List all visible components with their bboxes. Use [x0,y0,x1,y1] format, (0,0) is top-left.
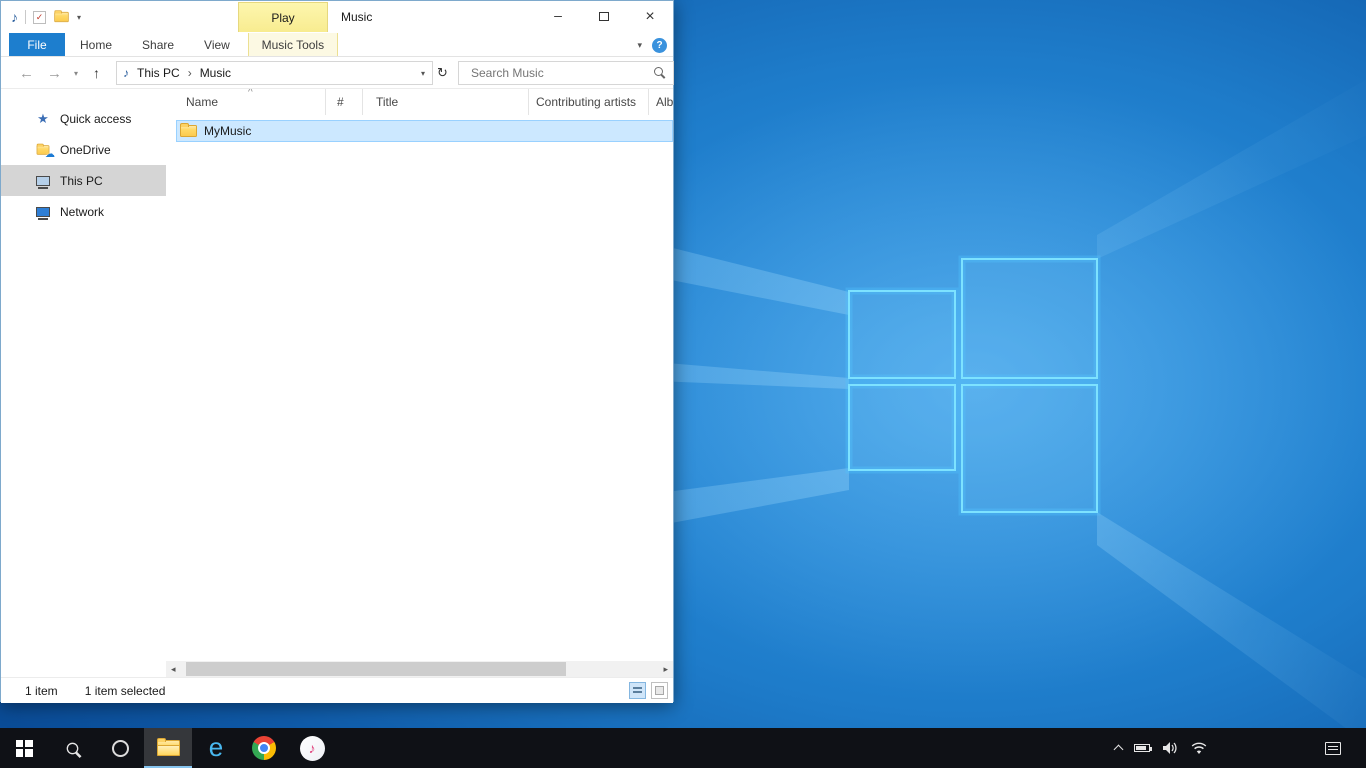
system-tray [1115,728,1208,768]
sidebar-item-label: OneDrive [60,143,111,157]
tab-home[interactable]: Home [65,33,127,56]
sidebar-item-label: This PC [60,174,103,188]
sidebar-item-network[interactable]: Network [1,196,166,227]
forward-icon[interactable]: → [47,57,62,89]
window-controls: – × [535,1,673,32]
ribbon-tab-bar: File Home Share View Music Tools ▾ ? [1,33,673,57]
volume-icon[interactable] [1162,741,1178,755]
itunes-icon: ♪ [300,736,325,761]
up-icon[interactable]: ↑ [93,57,100,89]
folder-icon [180,125,197,137]
title-bar[interactable]: ♪ ✓ ▾ Play Music – × [1,1,673,33]
column-header-contributing-artists[interactable]: Contributing artists [529,89,649,115]
details-view-button[interactable] [629,682,646,699]
ribbon-collapse-icon[interactable]: ▾ [637,40,642,51]
search-icon[interactable] [654,67,663,76]
sidebar-item-label: Quick access [60,112,131,126]
navigation-pane: ★ Quick access ☁ OneDrive This PC [1,89,166,677]
navigation-bar: ← → ▾ ↑ ♪ This PC › Music ▾ ↻ [1,57,673,89]
large-icons-view-button[interactable] [651,682,668,699]
minimize-button[interactable]: – [535,1,581,32]
customize-toolbar-chevron-icon[interactable]: ▾ [77,13,81,22]
onedrive-icon: ☁ [35,144,51,156]
network-icon [35,207,51,217]
item-count: 1 item [25,684,58,698]
show-hidden-icons-icon[interactable] [1114,745,1124,755]
status-bar: 1 item 1 item selected [1,677,673,703]
windows-logo-icon [16,740,33,757]
close-button[interactable]: × [627,1,673,32]
search-box [458,61,674,85]
new-folder-icon[interactable] [54,12,68,22]
help-icon[interactable]: ? [652,38,667,53]
sort-ascending-icon[interactable]: ^ [248,89,253,98]
properties-icon[interactable]: ✓ [33,11,46,24]
ribbon-right-controls: ▾ ? [637,33,667,57]
file-list-pane: ^ Name # Title Contributing artists Alb … [166,89,673,677]
chrome-icon [252,736,276,760]
taskbar-search-button[interactable] [48,728,96,768]
tab-view[interactable]: View [189,33,245,56]
cortana-button[interactable] [96,728,144,768]
breadcrumb-this-pc[interactable]: This PC [137,66,180,80]
breadcrumb-separator-icon[interactable]: › [188,66,192,80]
ribbon-context-tab-play[interactable]: Play [238,2,328,32]
search-input[interactable] [459,62,673,84]
search-icon [66,742,78,754]
scroll-left-icon[interactable]: ◂ [171,661,176,677]
scrollbar-thumb[interactable] [186,662,566,676]
file-name: MyMusic [204,124,251,138]
tab-share[interactable]: Share [127,33,189,56]
back-icon[interactable]: ← [19,57,34,89]
start-button[interactable] [0,728,48,768]
recent-locations-chevron-icon[interactable]: ▾ [74,57,78,89]
explorer-body: ★ Quick access ☁ OneDrive This PC [1,89,673,677]
action-center-button[interactable] [1316,728,1350,768]
sidebar-item-onedrive[interactable]: ☁ OneDrive [1,134,166,165]
maximize-button[interactable] [581,1,627,32]
sidebar-item-label: Network [60,205,104,219]
network-wifi-icon[interactable] [1190,741,1208,755]
selection-count: 1 item selected [85,684,166,698]
address-dropdown-icon[interactable]: ▾ [414,69,432,78]
sidebar-item-quick-access[interactable]: ★ Quick access [1,103,166,134]
taskbar-chrome-button[interactable] [240,728,288,768]
battery-icon[interactable] [1134,744,1150,752]
tab-music-tools[interactable]: Music Tools [248,33,338,56]
location-music-icon: ♪ [123,66,129,80]
file-explorer-icon [157,740,180,756]
column-header-album[interactable]: Alb [649,89,673,115]
view-buttons [629,682,668,699]
quick-access-toolbar: ♪ ✓ ▾ [11,1,81,33]
file-explorer-window: ♪ ✓ ▾ Play Music – × File Home Share Vie… [0,0,674,702]
internet-explorer-icon: e [209,734,223,760]
window-title: Music [341,1,372,33]
sidebar-item-this-pc[interactable]: This PC [1,165,166,196]
taskbar: e ♪ [0,728,1366,768]
maximize-icon [599,12,609,21]
taskbar-file-explorer-button[interactable] [144,728,192,768]
action-center-icon [1325,742,1341,755]
column-header-title[interactable]: Title [363,89,529,115]
toolbar-separator [25,10,26,24]
taskbar-itunes-button[interactable]: ♪ [288,728,336,768]
address-bar[interactable]: ♪ This PC › Music ▾ [116,61,433,85]
scroll-right-icon[interactable]: ▸ [663,661,668,677]
refresh-icon[interactable]: ↻ [437,57,448,89]
computer-icon [35,176,51,186]
music-note-icon: ♪ [309,740,316,756]
horizontal-scrollbar[interactable]: ◂ ▸ [166,661,673,677]
star-icon: ★ [35,111,51,127]
cortana-icon [112,740,129,757]
cloud-icon: ☁ [45,149,55,160]
app-music-icon: ♪ [11,9,18,25]
tab-file[interactable]: File [9,33,65,56]
taskbar-internet-explorer-button[interactable]: e [192,728,240,768]
file-row-mymusic[interactable]: MyMusic [176,120,673,142]
column-header-number[interactable]: # [326,89,363,115]
breadcrumb-music[interactable]: Music [200,66,231,80]
